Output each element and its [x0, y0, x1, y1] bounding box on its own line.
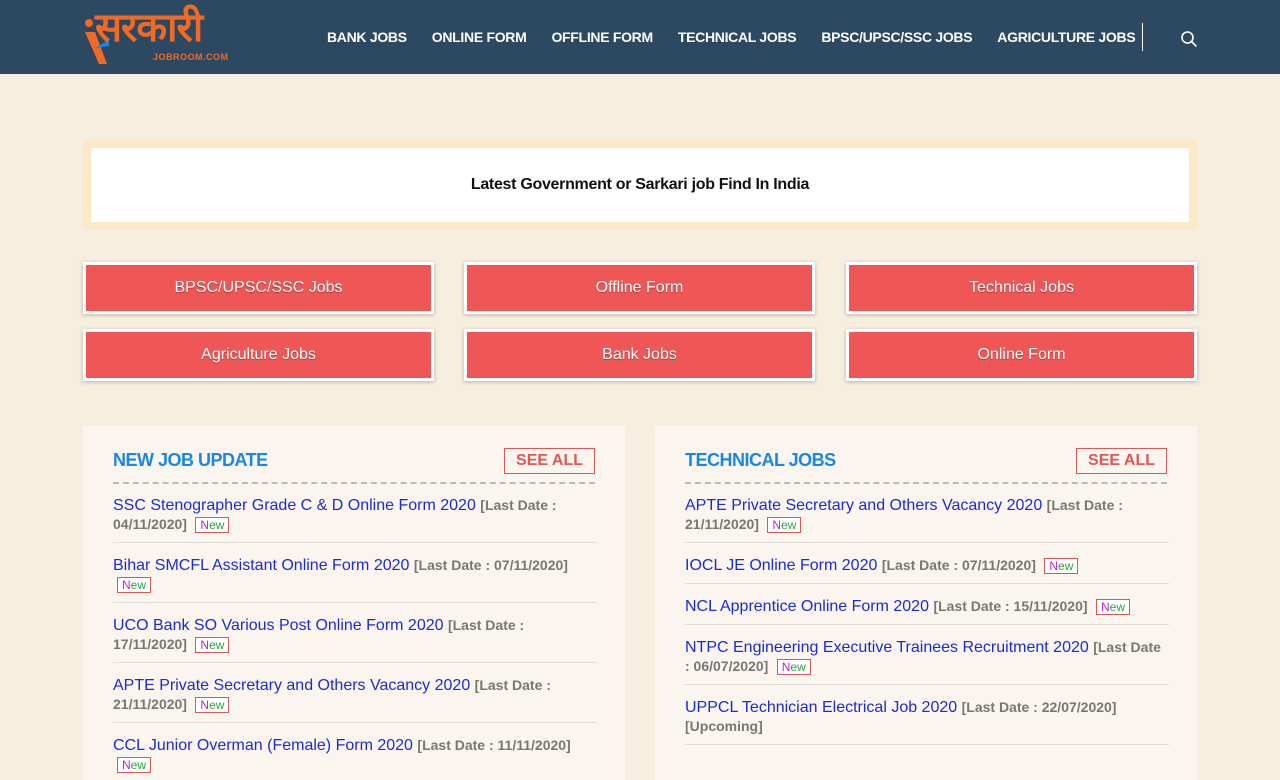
- logo-subtext: JOBROOM.COM: [153, 52, 229, 62]
- nav-divider: [1142, 23, 1143, 51]
- main-nav: BANK JOBS ONLINE FORM OFFLINE FORM TECHN…: [327, 0, 1160, 74]
- job-link[interactable]: UCO Bank SO Various Post Online Form 202…: [113, 617, 444, 634]
- category-label: Offline Form: [467, 265, 812, 311]
- category-label: Bank Jobs: [467, 332, 812, 378]
- category-bank-jobs-button[interactable]: Bank Jobs: [464, 329, 815, 381]
- job-link[interactable]: APTE Private Secretary and Others Vacanc…: [685, 497, 1042, 514]
- new-badge: New: [195, 637, 230, 653]
- new-badge: New: [195, 697, 230, 713]
- job-list: APTE Private Secretary and Others Vacanc…: [685, 496, 1169, 758]
- new-job-update-panel: NEW JOB UPDATE SEE ALL SSC Stenographer …: [83, 426, 625, 780]
- category-technical-jobs-button[interactable]: Technical Jobs: [846, 262, 1197, 314]
- search-icon[interactable]: [1180, 30, 1198, 48]
- logo-text: सरकारी: [95, 5, 203, 51]
- job-link[interactable]: IOCL JE Online Form 2020: [685, 557, 877, 574]
- job-link[interactable]: APTE Private Secretary and Others Vacanc…: [113, 677, 470, 694]
- job-link[interactable]: NCL Apprentice Online Form 2020: [685, 598, 929, 615]
- job-link[interactable]: SSC Stenographer Grade C & D Online Form…: [113, 497, 476, 514]
- panel-title: NEW JOB UPDATE: [113, 450, 268, 470]
- job-link[interactable]: CCL Junior Overman (Female) Form 2020: [113, 737, 413, 754]
- new-badge: New: [1095, 599, 1130, 615]
- category-label: BPSC/UPSC/SSC Jobs: [86, 265, 431, 311]
- list-item: UPPCL Technician Electrical Job 2020 [La…: [685, 698, 1169, 745]
- category-label: Online Form: [849, 332, 1194, 378]
- list-item: IOCL JE Online Form 2020 [Last Date : 07…: [685, 556, 1169, 584]
- list-item: APTE Private Secretary and Others Vacanc…: [113, 676, 597, 723]
- page-title: Latest Government or Sarkari job Find In…: [470, 176, 810, 193]
- see-all-button[interactable]: SEE ALL: [1076, 448, 1167, 474]
- category-label: Technical Jobs: [849, 265, 1194, 311]
- last-date: [Last Date : 07/11/2020]: [881, 557, 1036, 573]
- new-badge: New: [195, 517, 230, 533]
- list-item: UCO Bank SO Various Post Online Form 202…: [113, 616, 597, 663]
- see-all-button[interactable]: SEE ALL: [504, 448, 595, 474]
- new-badge: New: [767, 517, 802, 533]
- list-item: NTPC Engineering Executive Trainees Recr…: [685, 638, 1169, 685]
- panel-header: TECHNICAL JOBS SEE ALL: [685, 448, 1167, 484]
- new-badge: New: [117, 577, 152, 593]
- list-item: APTE Private Secretary and Others Vacanc…: [685, 496, 1169, 543]
- list-item: CCL Junior Overman (Female) Form 2020 [L…: [113, 736, 597, 780]
- category-offline-form-button[interactable]: Offline Form: [464, 262, 815, 314]
- new-badge: New: [117, 757, 152, 773]
- last-date: [Last Date : 07/11/2020]: [413, 557, 568, 573]
- list-item: Bihar SMCFL Assistant Online Form 2020 […: [113, 556, 597, 603]
- hero-banner-inner: Latest Government or Sarkari job Find In…: [91, 148, 1189, 222]
- job-link[interactable]: NTPC Engineering Executive Trainees Recr…: [685, 639, 1089, 656]
- category-label: Agriculture Jobs: [86, 332, 431, 378]
- panel-header: NEW JOB UPDATE SEE ALL: [113, 448, 595, 484]
- last-date: [Last Date : 15/11/2020]: [933, 598, 1088, 614]
- nav-bank-jobs[interactable]: BANK JOBS: [327, 29, 407, 45]
- hero-banner: Latest Government or Sarkari job Find In…: [83, 140, 1197, 230]
- panel-title: TECHNICAL JOBS: [685, 450, 836, 470]
- category-online-form-button[interactable]: Online Form: [846, 329, 1197, 381]
- job-list: SSC Stenographer Grade C & D Online Form…: [113, 496, 597, 780]
- nav-bpsc-upsc-ssc-jobs[interactable]: BPSC/UPSC/SSC JOBS: [821, 29, 972, 45]
- nav-technical-jobs[interactable]: TECHNICAL JOBS: [678, 29, 797, 45]
- nav-offline-form[interactable]: OFFLINE FORM: [551, 29, 653, 45]
- site-logo[interactable]: सरकारी JOBROOM.COM: [83, 5, 245, 68]
- new-badge: New: [1044, 558, 1079, 574]
- last-date: [Last Date : 11/11/2020]: [417, 737, 571, 753]
- category-bpsc-upsc-ssc-jobs-button[interactable]: BPSC/UPSC/SSC Jobs: [83, 262, 434, 314]
- new-badge: New: [776, 659, 811, 675]
- list-item: NCL Apprentice Online Form 2020 [Last Da…: [685, 597, 1169, 625]
- site-header: सरकारी JOBROOM.COM BANK JOBS ONLINE FORM…: [0, 0, 1280, 74]
- technical-jobs-panel: TECHNICAL JOBS SEE ALL APTE Private Secr…: [655, 426, 1197, 780]
- nav-online-form[interactable]: ONLINE FORM: [432, 29, 527, 45]
- nav-agriculture-jobs[interactable]: AGRICULTURE JOBS: [997, 29, 1135, 45]
- job-link[interactable]: Bihar SMCFL Assistant Online Form 2020: [113, 557, 409, 574]
- list-item: SSC Stenographer Grade C & D Online Form…: [113, 496, 597, 543]
- job-link[interactable]: UPPCL Technician Electrical Job 2020: [685, 699, 957, 716]
- category-agriculture-jobs-button[interactable]: Agriculture Jobs: [83, 329, 434, 381]
